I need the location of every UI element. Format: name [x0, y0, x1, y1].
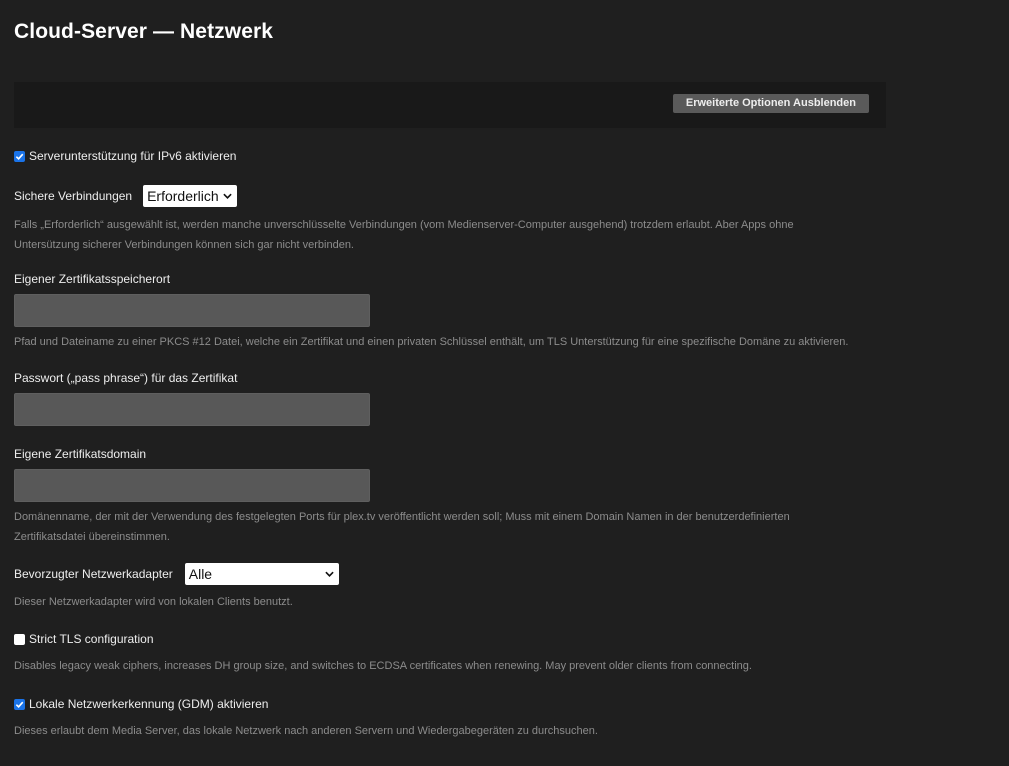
- cert-password-input[interactable]: [14, 393, 370, 426]
- strict-tls-label[interactable]: Strict TLS configuration: [29, 632, 154, 646]
- settings-toolbar: Erweiterte Optionen Ausblenden: [14, 82, 886, 128]
- network-adapter-setting: Bevorzugter Netzwerkadapter Alle: [14, 563, 995, 585]
- secure-connections-setting: Sichere Verbindungen Erforderlich: [14, 185, 995, 207]
- cert-path-input[interactable]: [14, 294, 370, 327]
- gdm-label[interactable]: Lokale Netzwerkerkennung (GDM) aktiviere…: [29, 697, 268, 711]
- settings-page: Cloud-Server — Netzwerk Erweiterte Optio…: [0, 0, 1009, 766]
- ipv6-checkbox[interactable]: [14, 150, 25, 162]
- network-adapter-select[interactable]: Alle: [184, 563, 339, 585]
- ipv6-label[interactable]: Serverunterstützung für IPv6 aktivieren: [29, 149, 236, 163]
- cert-domain-input[interactable]: [14, 469, 370, 502]
- cert-domain-help: Domänenname, der mit der Verwendung des …: [14, 511, 790, 543]
- network-adapter-help: Dieser Netzwerkadapter wird von lokalen …: [14, 596, 293, 608]
- ipv6-setting: Serverunterstützung für IPv6 aktivieren: [14, 149, 995, 163]
- secure-connections-label: Sichere Verbindungen: [14, 189, 133, 203]
- secure-connections-selected-value: Erforderlich: [147, 188, 219, 204]
- checkmark-icon: [15, 153, 24, 160]
- cert-path-help: Pfad und Dateiname zu einer PKCS #12 Dat…: [14, 336, 849, 348]
- network-adapter-selected-value: Alle: [188, 566, 213, 582]
- network-adapter-label: Bevorzugter Netzwerkadapter: [14, 567, 173, 581]
- gdm-checkbox[interactable]: [14, 698, 25, 710]
- cert-password-label: Passwort („pass phrase“) für das Zertifi…: [14, 371, 238, 385]
- chevron-down-icon: [325, 571, 334, 577]
- strict-tls-setting: Strict TLS configuration: [14, 632, 995, 646]
- cert-domain-label: Eigene Zertifikatsdomain: [14, 447, 147, 461]
- cert-path-label: Eigener Zertifikatsspeicherort: [14, 272, 171, 286]
- strict-tls-help: Disables legacy weak ciphers, increases …: [14, 660, 752, 672]
- toggle-advanced-button[interactable]: Erweiterte Optionen Ausblenden: [672, 94, 869, 113]
- strict-tls-checkbox[interactable]: [14, 633, 25, 645]
- gdm-help: Dieses erlaubt dem Media Server, das lok…: [14, 725, 598, 737]
- page-title: Cloud-Server — Netzwerk: [14, 20, 274, 43]
- secure-connections-help: Falls „Erforderlich“ ausgewählt ist, wer…: [14, 219, 794, 251]
- checkmark-icon: [15, 701, 24, 708]
- secure-connections-select[interactable]: Erforderlich: [143, 185, 238, 207]
- chevron-down-icon: [223, 193, 232, 199]
- gdm-setting: Lokale Netzwerkerkennung (GDM) aktiviere…: [14, 697, 995, 711]
